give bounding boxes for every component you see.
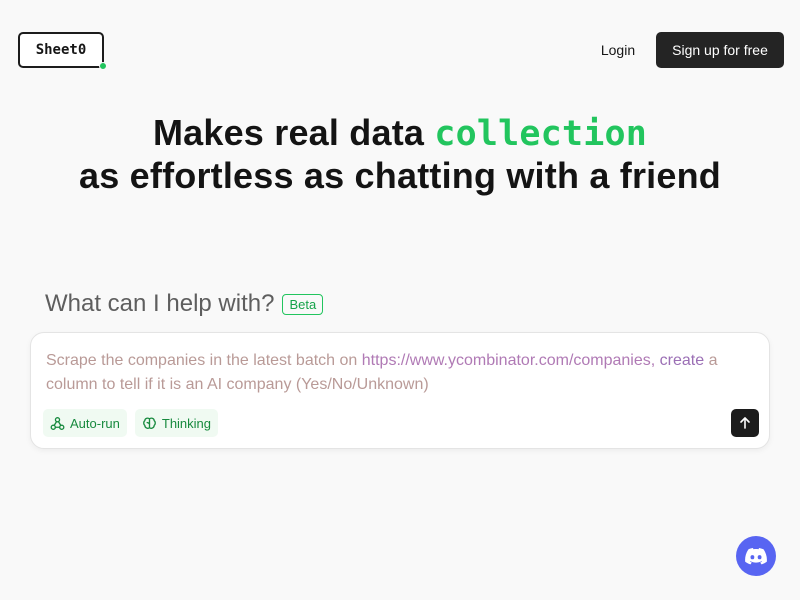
login-button[interactable]: Login bbox=[588, 32, 648, 68]
beta-badge: Beta bbox=[282, 293, 324, 315]
hero-accent-word: collection bbox=[434, 114, 648, 154]
discord-icon bbox=[745, 547, 767, 564]
thinking-label: Thinking bbox=[161, 415, 212, 431]
chat-box: Scrape the companies in the latest batch… bbox=[30, 332, 770, 449]
placeholder-url: https://www.ycombinator.com/companies, bbox=[361, 352, 660, 369]
discord-button[interactable] bbox=[736, 536, 776, 576]
arrow-up-icon bbox=[740, 417, 750, 429]
placeholder-start: Scrape the companies in the latest batch… bbox=[46, 352, 362, 369]
hero-heading: Makes real data collection as effortless… bbox=[0, 112, 800, 196]
signup-button[interactable]: Sign up for free bbox=[656, 32, 784, 68]
placeholder-end-1: create bbox=[659, 352, 705, 369]
logo-status-dot bbox=[99, 62, 107, 70]
prompt-title: What can I help with? bbox=[45, 290, 275, 317]
hero-line-1: Makes real data collection bbox=[0, 112, 800, 155]
prompt-header: What can I help with? Beta bbox=[45, 289, 324, 319]
chip-row: Auto-run Thinking bbox=[43, 409, 219, 437]
hero-line-1-prefix: Makes real data bbox=[152, 112, 435, 153]
send-button[interactable] bbox=[731, 409, 759, 437]
brain-icon bbox=[142, 417, 156, 429]
auto-run-icon bbox=[50, 416, 65, 430]
page: Sheet0 Login Sign up for free Makes real… bbox=[0, 0, 800, 600]
hero-line-2: as effortless as chatting with a friend bbox=[79, 155, 721, 196]
auto-run-chip[interactable]: Auto-run bbox=[43, 409, 127, 437]
logo[interactable]: Sheet0 bbox=[18, 32, 107, 70]
thinking-chip[interactable]: Thinking bbox=[134, 409, 219, 437]
chat-input[interactable]: Scrape the companies in the latest batch… bbox=[46, 349, 756, 397]
logo-text: Sheet0 bbox=[35, 42, 87, 58]
auto-run-label: Auto-run bbox=[70, 415, 120, 431]
